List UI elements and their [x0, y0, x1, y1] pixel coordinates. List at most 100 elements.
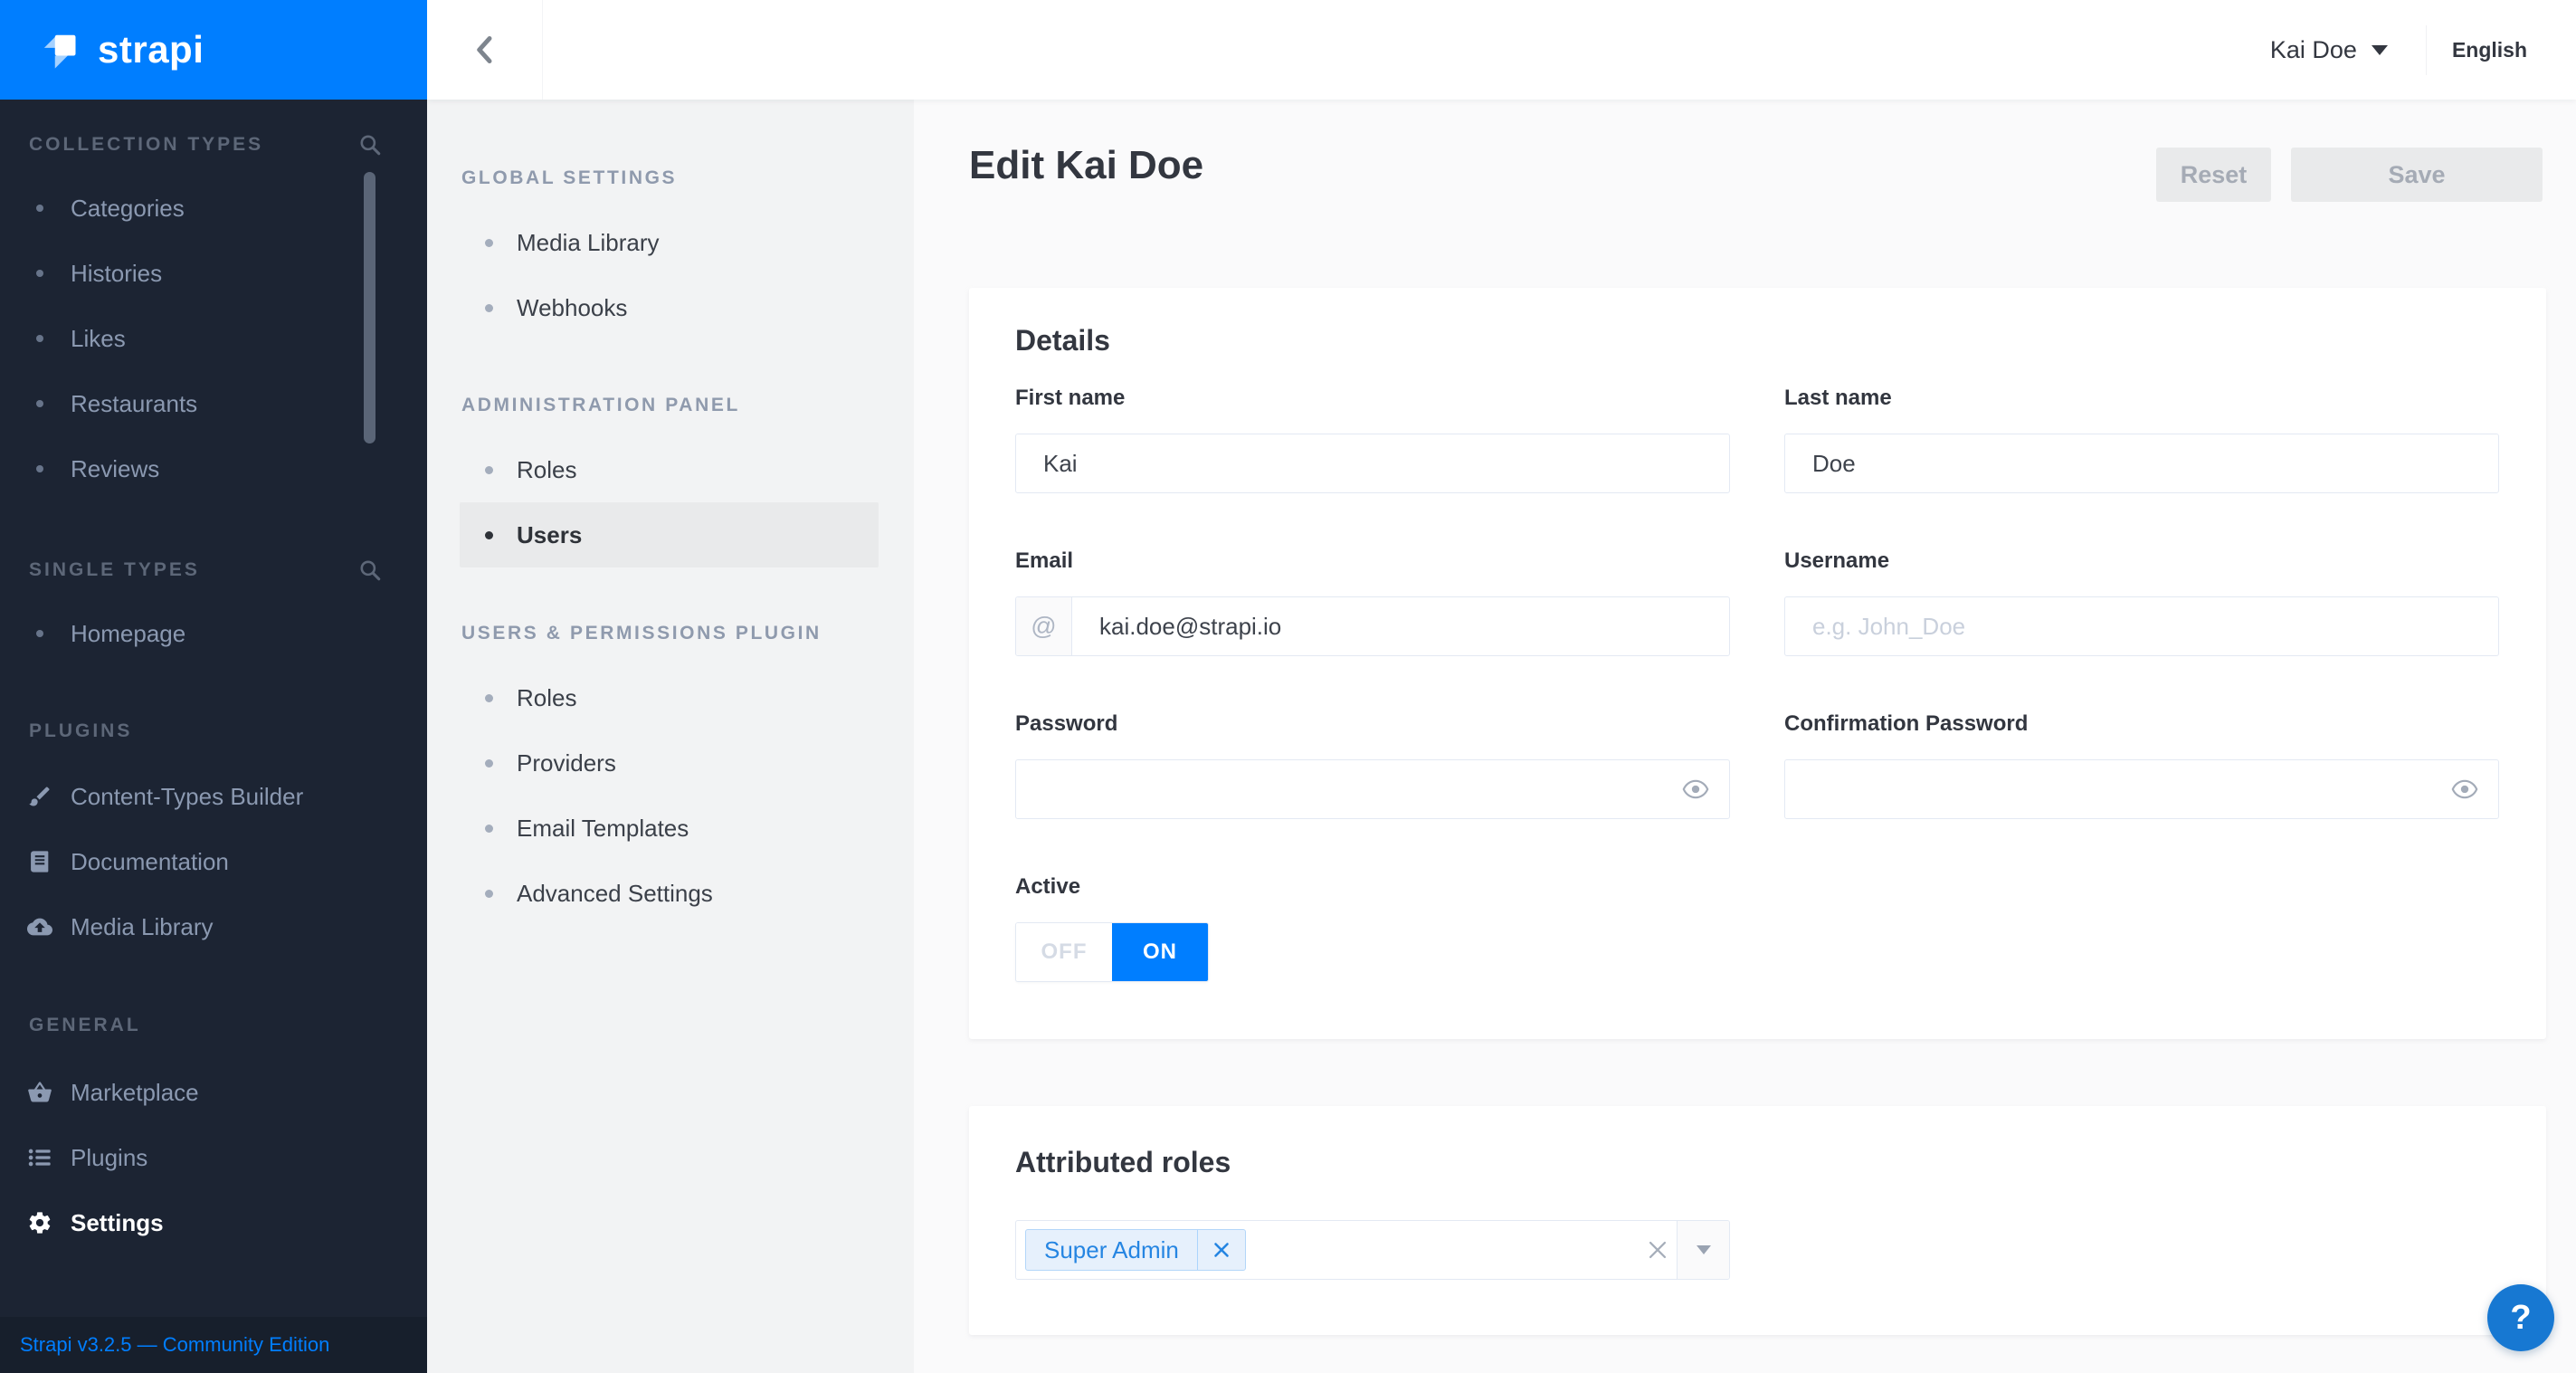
- settings-item-webhooks[interactable]: Webhooks: [427, 275, 914, 340]
- password-field-group: Password: [1015, 710, 1730, 819]
- bullet-icon: [485, 531, 493, 539]
- first-name-input[interactable]: [1016, 434, 1729, 492]
- bullet-icon: [485, 759, 493, 768]
- bullet-icon: [36, 465, 43, 472]
- sidebar-item-content-types-builder[interactable]: Content-Types Builder: [0, 764, 427, 829]
- sidebar-item-homepage[interactable]: Homepage: [0, 601, 427, 666]
- sidebar-item-marketplace[interactable]: Marketplace: [0, 1060, 427, 1125]
- last-name-input[interactable]: [1785, 434, 2498, 492]
- chevron-down-icon: [2372, 45, 2388, 55]
- chevron-left-icon: [471, 32, 499, 68]
- single-types-header: SINGLE TYPES: [29, 559, 200, 581]
- toggle-on-option[interactable]: ON: [1112, 923, 1208, 981]
- page-title: Edit Kai Doe: [969, 143, 1203, 188]
- details-card: Details First name Last name Email @ Use…: [969, 288, 2546, 1039]
- first-name-label: First name: [1015, 385, 1730, 412]
- bullet-icon: [485, 825, 493, 833]
- email-field-group: Email @: [1015, 548, 1730, 656]
- general-header: GENERAL: [29, 1015, 141, 1036]
- book-icon: [27, 849, 52, 874]
- top-bar: Kai Doe English: [427, 0, 2576, 100]
- list-icon: [27, 1145, 52, 1170]
- bullet-icon: [485, 239, 493, 247]
- confirmation-password-input[interactable]: [1785, 760, 2498, 818]
- confirmation-password-visibility-toggle[interactable]: [2446, 760, 2484, 818]
- settings-item-roles[interactable]: Roles: [427, 437, 914, 502]
- bullet-icon: [36, 205, 43, 212]
- first-name-field-group: First name: [1015, 385, 1730, 493]
- user-name: Kai Doe: [2270, 36, 2357, 64]
- role-chip-label: Super Admin: [1026, 1236, 1197, 1264]
- x-icon: [1213, 1242, 1230, 1258]
- attributed-roles-card: Attributed roles Super Admin: [969, 1106, 2546, 1335]
- email-label: Email: [1015, 548, 1730, 575]
- strapi-logo-icon: [34, 26, 81, 73]
- gear-icon: [27, 1210, 52, 1235]
- paintbrush-icon: [27, 784, 52, 809]
- chevron-down-icon: [1697, 1245, 1711, 1254]
- eye-icon: [1682, 779, 1709, 799]
- settings-item-up-roles[interactable]: Roles: [427, 665, 914, 730]
- confirmation-password-label: Confirmation Password: [1784, 710, 2499, 738]
- roles-dropdown-button[interactable]: [1677, 1221, 1729, 1279]
- x-icon: [1648, 1240, 1668, 1260]
- settings-item-providers[interactable]: Providers: [427, 730, 914, 796]
- cloud-upload-icon: [27, 914, 52, 939]
- role-chip-super-admin: Super Admin: [1025, 1229, 1246, 1271]
- settings-item-media-library[interactable]: Media Library: [427, 210, 914, 275]
- password-input[interactable]: [1016, 760, 1729, 818]
- back-button[interactable]: [427, 0, 543, 100]
- basket-icon: [27, 1080, 52, 1105]
- help-button[interactable]: ?: [2487, 1284, 2554, 1351]
- active-label: Active: [1015, 873, 1730, 901]
- plugins-header: PLUGINS: [29, 720, 132, 742]
- sidebar-scrollbar[interactable]: [364, 172, 375, 443]
- strapi-version-link[interactable]: Strapi v3.2.5 — Community Edition: [20, 1333, 329, 1357]
- bullet-icon: [36, 270, 43, 277]
- bullet-icon: [36, 630, 43, 637]
- sidebar-item-media-library[interactable]: Media Library: [0, 894, 427, 959]
- sidebar-nav: COLLECTION TYPES Categories Histories Li…: [0, 100, 427, 1317]
- reset-button[interactable]: Reset: [2156, 148, 2271, 202]
- main-content: Edit Kai Doe Reset Save Details First na…: [914, 100, 2576, 1373]
- username-field-group: Username: [1784, 548, 2499, 656]
- attributed-roles-heading: Attributed roles: [1015, 1146, 2499, 1179]
- language-selector[interactable]: English: [2426, 25, 2527, 75]
- settings-item-email-templates[interactable]: Email Templates: [427, 796, 914, 861]
- header-actions: Reset Save: [2156, 148, 2543, 202]
- bullet-icon: [485, 466, 493, 474]
- user-menu[interactable]: Kai Doe: [2270, 36, 2388, 64]
- bullet-icon: [485, 890, 493, 898]
- sidebar-item-documentation[interactable]: Documentation: [0, 829, 427, 894]
- settings-item-users[interactable]: Users: [460, 502, 879, 567]
- password-visibility-toggle[interactable]: [1677, 760, 1715, 818]
- roles-multiselect[interactable]: Super Admin: [1015, 1220, 1730, 1280]
- search-icon[interactable]: [358, 558, 382, 582]
- sidebar-item-reviews[interactable]: Reviews: [0, 436, 427, 501]
- bullet-icon: [485, 304, 493, 312]
- password-label: Password: [1015, 710, 1730, 738]
- last-name-field-group: Last name: [1784, 385, 2499, 493]
- strapi-logo[interactable]: strapi: [0, 0, 427, 100]
- bullet-icon: [36, 335, 43, 342]
- search-icon[interactable]: [358, 133, 382, 157]
- users-permissions-header: USERS & PERMISSIONS PLUGIN: [461, 623, 822, 644]
- username-input[interactable]: [1785, 597, 2498, 655]
- settings-item-advanced-settings[interactable]: Advanced Settings: [427, 861, 914, 926]
- toggle-off-option[interactable]: OFF: [1016, 923, 1112, 981]
- sidebar-item-plugins[interactable]: Plugins: [0, 1125, 427, 1190]
- active-toggle[interactable]: OFF ON: [1015, 922, 1209, 982]
- bullet-icon: [485, 694, 493, 702]
- last-name-label: Last name: [1784, 385, 2499, 412]
- save-button[interactable]: Save: [2291, 148, 2543, 202]
- email-input[interactable]: [1072, 597, 1729, 655]
- settings-sidebar: GLOBAL SETTINGS Media Library Webhooks A…: [427, 100, 914, 1373]
- at-sign-icon: @: [1016, 597, 1072, 655]
- sidebar-item-settings[interactable]: Settings: [0, 1190, 427, 1255]
- clear-selection-button[interactable]: [1648, 1221, 1668, 1279]
- active-field-group: Active OFF ON: [1015, 873, 1730, 982]
- administration-panel-header: ADMINISTRATION PANEL: [461, 395, 740, 416]
- strapi-logo-text: strapi: [98, 28, 204, 72]
- main-sidebar: strapi COLLECTION TYPES Categories Histo…: [0, 0, 427, 1373]
- remove-role-button[interactable]: [1198, 1230, 1245, 1270]
